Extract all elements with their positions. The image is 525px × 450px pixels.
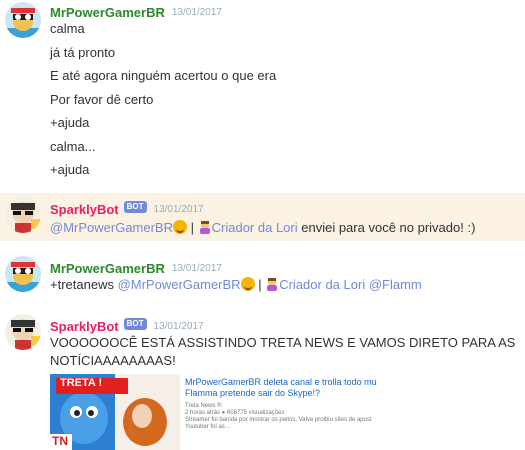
bot-badge: BOT: [123, 201, 147, 213]
username[interactable]: MrPowerGamerBR: [50, 5, 165, 20]
embed-description: Youtuber foi as...: [185, 424, 230, 430]
avatar[interactable]: [5, 314, 41, 350]
message-line: calma: [50, 21, 85, 36]
message-line: VOOOOOOCÊ ESTÁ ASSISTINDO TRETA NEWS E V…: [50, 335, 516, 350]
separator: |: [190, 220, 195, 235]
embed-title[interactable]: MrPowerGamerBR deleta canal e trolla tod…: [185, 377, 445, 399]
timestamp: 13/01/2017: [153, 320, 204, 332]
role-mention[interactable]: Criador da Lori: [212, 220, 298, 235]
message-group-1: MrPowerGamerBR 13/01/2017 calma já tá pr…: [0, 0, 525, 186]
username[interactable]: SparklyBot: [50, 319, 119, 334]
username[interactable]: SparklyBot: [50, 202, 119, 217]
message-content: +tretanews @MrPowerGamerBR | Criador da …: [50, 276, 422, 294]
message-group-3: MrPowerGamerBR 13/01/2017 +tretanews @Mr…: [0, 250, 525, 300]
message-text: enviei para você no privado! :): [297, 220, 476, 235]
user-mention[interactable]: @MrPowerGamerBR: [118, 277, 241, 292]
person-tipping-hand-emoji-icon: [198, 220, 212, 234]
avatar[interactable]: [5, 197, 41, 233]
embed-channel[interactable]: Treta News ®: [185, 403, 445, 410]
role-mention[interactable]: Criador da Lori: [279, 277, 365, 292]
timestamp: 13/01/2017: [153, 203, 204, 215]
person-tipping-hand-emoji-icon: [265, 277, 279, 291]
treta-news-logo: TN: [52, 434, 68, 448]
message-line: +ajuda: [50, 162, 90, 177]
timestamp: 13/01/2017: [171, 262, 222, 274]
message-line: +ajuda: [50, 115, 90, 130]
avatar[interactable]: [5, 2, 41, 38]
message-line: E até agora ninguém acertou o que era: [50, 68, 277, 83]
timestamp: 13/01/2017: [171, 6, 222, 18]
message-line: Por favor dê certo: [50, 92, 154, 107]
bot-badge: BOT: [123, 318, 147, 330]
user-mention[interactable]: @Flamm: [369, 277, 422, 292]
video-thumbnail[interactable]: TRETA ! TN: [50, 374, 180, 450]
message-line: NOTÍCIAAAAAAAAS!: [50, 353, 176, 368]
avatar[interactable]: [5, 256, 41, 292]
message-content: @MrPowerGamerBR | Criador da Lori enviei…: [50, 219, 475, 237]
embed-title-line[interactable]: Flamma pretende sair do Skype!?: [185, 388, 445, 399]
message-text: +tretanews: [50, 277, 118, 292]
username[interactable]: MrPowerGamerBR: [50, 261, 165, 276]
message-line: já tá pronto: [50, 45, 116, 60]
user-mention[interactable]: @MrPowerGamerBR: [50, 220, 173, 235]
separator: |: [258, 277, 262, 292]
smiling-face-emoji-icon: [240, 277, 255, 291]
message-group-2: SparklyBot BOT 13/01/2017 @MrPowerGamerB…: [0, 193, 525, 241]
embed-title-line[interactable]: MrPowerGamerBR deleta canal e trolla tod…: [185, 377, 445, 388]
embed-meta: 2 horas atrás ● 608775 visualizações: [185, 410, 285, 416]
video-embed[interactable]: TRETA ! TN MrPowerGamerBR deleta canal e…: [50, 374, 450, 450]
message-line: calma...: [50, 139, 96, 154]
embed-description: Streamer foi banida por mostrar os peito…: [185, 417, 372, 423]
thumbnail-title-text: TRETA !: [60, 377, 103, 389]
smiling-face-emoji-icon: [173, 220, 187, 234]
